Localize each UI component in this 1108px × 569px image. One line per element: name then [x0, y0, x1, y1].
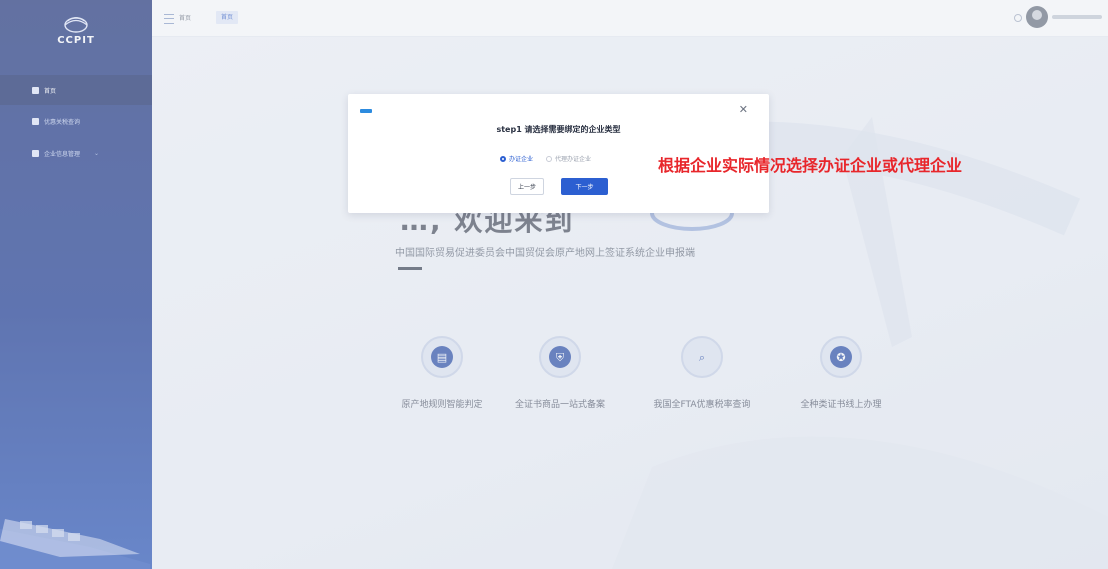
radio-label: 办证企业: [509, 156, 534, 163]
close-icon[interactable]: ✕: [739, 103, 748, 116]
prev-step-button[interactable]: 上一步: [510, 178, 544, 195]
radio-label: 代理办证企业: [555, 156, 592, 163]
radio-checked-icon: [500, 155, 506, 162]
radio-unchecked-icon: [546, 155, 553, 162]
modal-overlay: [0, 0, 1108, 569]
radio-agent-enterprise[interactable]: 代理办证企业: [546, 154, 591, 163]
next-step-button[interactable]: 下一步: [561, 178, 608, 195]
annotation-text: 根据企业实际情况选择办证企业或代理企业: [658, 156, 963, 175]
dialog-title: step1 请选择需要绑定的企业类型: [496, 125, 621, 134]
dialog-logo: [360, 109, 372, 113]
radio-certificate-enterprise[interactable]: 办证企业: [500, 154, 533, 163]
enterprise-type-radio-group: 办证企业 代理办证企业: [500, 154, 604, 163]
